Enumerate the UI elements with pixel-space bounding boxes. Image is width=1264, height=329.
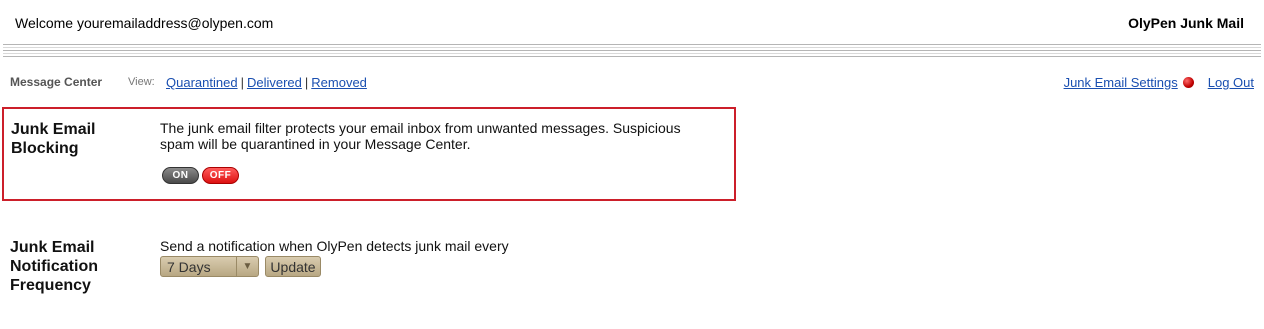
delivered-link[interactable]: Delivered bbox=[247, 75, 302, 90]
logout-link[interactable]: Log Out bbox=[1208, 75, 1254, 90]
update-button[interactable]: Update bbox=[265, 256, 321, 277]
dropdown-arrow-icon: ▼ bbox=[236, 257, 258, 276]
frequency-value: 7 Days bbox=[167, 259, 211, 275]
notification-title: Junk Email Notification Frequency bbox=[10, 239, 98, 294]
notification-description: Send a notification when OlyPen detects … bbox=[160, 238, 509, 254]
toggle-off-button[interactable]: OFF bbox=[202, 167, 239, 184]
junk-email-settings-link[interactable]: Junk Email Settings bbox=[1064, 75, 1178, 90]
message-center-title: Message Center bbox=[10, 75, 103, 89]
removed-link[interactable]: Removed bbox=[311, 75, 367, 90]
header-divider bbox=[3, 44, 1261, 59]
blocking-title: Junk Email Blocking bbox=[11, 121, 96, 157]
view-links: Quarantined | Delivered | Removed bbox=[166, 75, 367, 90]
status-dot-icon bbox=[1182, 77, 1194, 88]
toggle-on-button[interactable]: ON bbox=[162, 167, 199, 184]
account-links: Junk Email Settings Log Out bbox=[1064, 75, 1254, 90]
separator: | bbox=[240, 75, 244, 90]
top-bar: Welcome youremailaddress@olypen.com OlyP… bbox=[0, 0, 1264, 44]
blocking-description: The junk email filter protects your emai… bbox=[160, 120, 681, 152]
blocking-toggle[interactable]: ON OFF bbox=[162, 167, 239, 184]
view-label: View: bbox=[128, 76, 155, 88]
separator: | bbox=[304, 75, 309, 90]
junk-email-blocking-panel: Junk Email Blocking The junk email filte… bbox=[2, 107, 736, 201]
quarantined-link[interactable]: Quarantined bbox=[166, 75, 238, 90]
brand-title: OlyPen Junk Mail bbox=[1128, 15, 1244, 31]
welcome-text: Welcome youremailaddress@olypen.com bbox=[15, 15, 274, 31]
nav-bar: Message Center View: Quarantined | Deliver… bbox=[0, 74, 1264, 92]
frequency-select[interactable]: 7 Days ▼ bbox=[160, 256, 259, 277]
